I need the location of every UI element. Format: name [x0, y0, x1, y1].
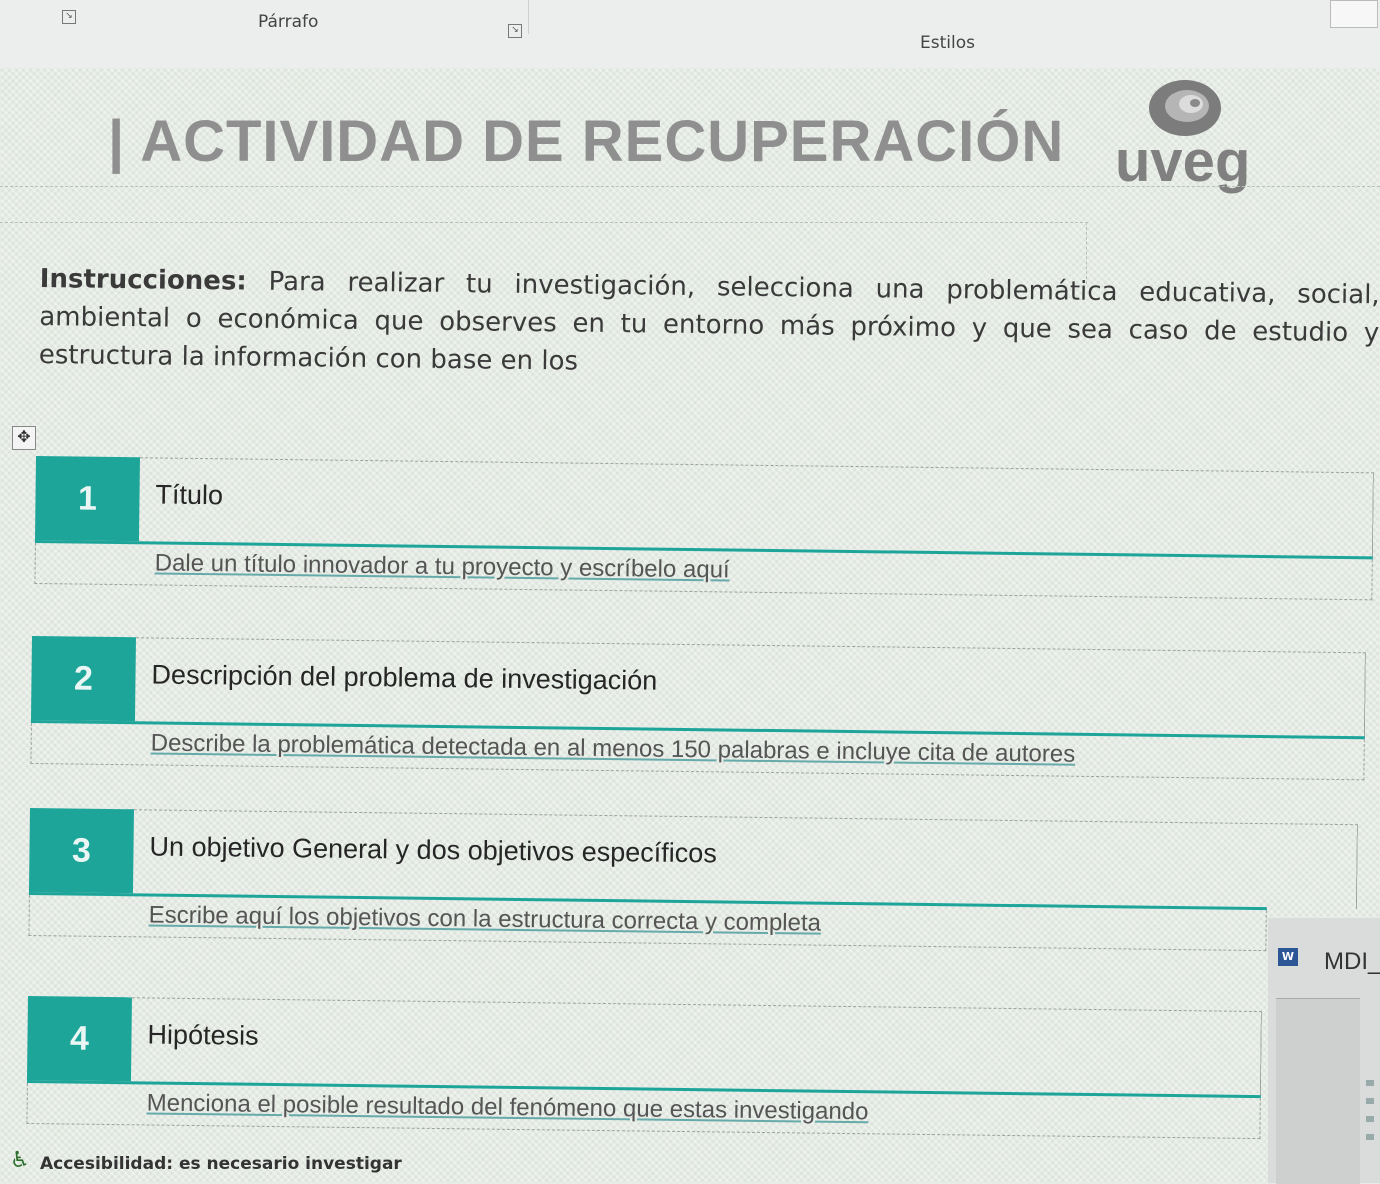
- document-page[interactable]: | ACTIVIDAD DE RECUPERACIÓN uveg Instruc…: [0, 68, 1380, 1183]
- table-move-handle-icon[interactable]: ✥: [12, 426, 36, 450]
- ribbon: ↘ Párrafo ↘ Estilos: [0, 0, 1380, 69]
- accessibility-status[interactable]: Accesibilidad: es necesario investigar: [40, 1154, 402, 1174]
- instructions-label: Instrucciones:: [39, 263, 247, 297]
- header-divider: [0, 222, 1088, 223]
- taskbar-app-label: MDI_: [1324, 948, 1380, 975]
- section-title: Título: [155, 479, 224, 511]
- section-number: 2: [30, 636, 136, 722]
- font-dialog-launcher-icon[interactable]: ↘: [62, 10, 76, 24]
- page-title: | ACTIVIDAD DE RECUPERACIÓN: [108, 109, 1065, 174]
- header-divider: [0, 186, 1380, 187]
- section-header-cell[interactable]: [130, 997, 1262, 1097]
- thumbnail-toolbar: [1360, 1068, 1380, 1183]
- word-icon: W: [1278, 948, 1298, 966]
- section-number: 4: [26, 996, 132, 1082]
- section-hipotesis: 4 Hipótesis Menciona el posible resultad…: [26, 996, 1262, 1141]
- logo-text: uveg: [1115, 129, 1251, 194]
- section-descripcion: 2 Descripción del problema de investigac…: [30, 636, 1366, 782]
- window-thumbnail[interactable]: [1276, 998, 1360, 1184]
- accessibility-value: es necesario investigar: [178, 1154, 402, 1174]
- ribbon-separator: [528, 0, 529, 34]
- section-title: Descripción del problema de investigació…: [151, 659, 658, 696]
- taskbar-preview-header[interactable]: W MDI_: [1268, 918, 1380, 988]
- accessibility-label: Accesibilidad:: [40, 1154, 174, 1174]
- taskbar-window-preview[interactable]: W MDI_: [1268, 918, 1380, 1184]
- instructions-paragraph[interactable]: Instrucciones: Para realizar tu investig…: [39, 260, 1380, 390]
- section-number: 3: [28, 808, 134, 894]
- status-bar: ♿ Accesibilidad: es necesario investigar: [0, 1140, 1268, 1183]
- paragraph-group-label: Párrafo: [258, 12, 319, 32]
- section-header-cell[interactable]: [138, 457, 1374, 558]
- section-objetivos: 3 Un objetivo General y dos objetivos es…: [28, 808, 1358, 954]
- section-title: Hipótesis: [147, 1019, 259, 1051]
- styles-gallery[interactable]: [1330, 0, 1378, 28]
- section-number: 1: [34, 456, 140, 542]
- styles-group-label: Estilos: [920, 33, 975, 53]
- accessibility-icon[interactable]: ♿: [10, 1148, 30, 1173]
- section-titulo: 1 Título Dale un título innovador a tu p…: [34, 456, 1374, 602]
- paragraph-dialog-launcher-icon[interactable]: ↘: [508, 24, 522, 38]
